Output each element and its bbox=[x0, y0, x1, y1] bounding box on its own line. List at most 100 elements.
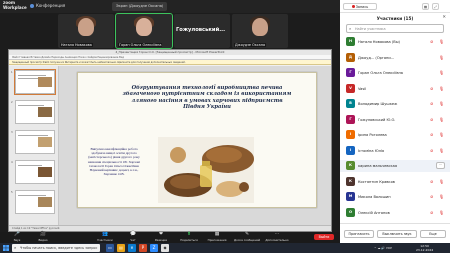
mic-muted-icon: 🎙 bbox=[439, 54, 445, 60]
text-line bbox=[18, 165, 42, 166]
participant-row[interactable]: О Олексій Антонов ⊘ 🎙 bbox=[340, 207, 450, 219]
participant-name: Горан Ольга Олексіївна bbox=[358, 71, 403, 75]
text-line bbox=[18, 105, 44, 106]
whiteboard-button[interactable]: ✎ Доска сообщений bbox=[234, 232, 260, 243]
reactions-button[interactable]: ❤ Реакции bbox=[148, 232, 174, 243]
screen: zoom Workplace Конференция Экран (Джоудз… bbox=[0, 0, 450, 253]
participant-more-button[interactable]: ⋯ bbox=[436, 162, 445, 169]
thumbnail-big-name: Гожуловський... bbox=[176, 27, 226, 33]
chat-button[interactable]: 💬 Чат bbox=[120, 232, 146, 243]
avatar: І bbox=[346, 145, 355, 155]
slide-author-block: Випускна кваліфікаційна робота здобувача… bbox=[87, 147, 141, 177]
thumbnail-label: Наталя Новакова bbox=[60, 43, 93, 47]
slide-number: 3 bbox=[11, 131, 13, 134]
mic-muted-icon: 🎙 bbox=[439, 147, 445, 153]
system-tray[interactable]: ^ ☁ 🔊 УКР bbox=[374, 243, 392, 253]
participant-row[interactable]: Г Гожуловський Ю.О. ⊘ 🎙 bbox=[340, 114, 450, 126]
invite-button[interactable]: Пригласить bbox=[344, 230, 374, 238]
participant-row[interactable]: В Володимир Шушкеж ⊘ 🎙 bbox=[340, 98, 450, 110]
record-dot-icon bbox=[351, 5, 355, 8]
store-icon[interactable]: ◆ bbox=[161, 244, 169, 252]
slide-thumbnail[interactable]: 3 bbox=[11, 130, 55, 154]
whiteboard-label: Доска сообщений bbox=[234, 238, 261, 242]
participant-row[interactable]: М Микола Волошин ⊘ 🎙 bbox=[340, 191, 450, 203]
slide-thumbnail-panel[interactable]: 1 2 3 4 5 bbox=[9, 66, 59, 226]
taskbar-search-input[interactable]: ⌕ Чтобы начать поиск, введите здесь запр… bbox=[12, 244, 100, 252]
screen-share-chip[interactable]: Экран (Джоудзе Оксана) bbox=[112, 2, 168, 11]
participants-label: Участники bbox=[97, 238, 113, 242]
panel-more-button[interactable]: Еще bbox=[420, 230, 446, 238]
zoom-app-icon[interactable]: Z bbox=[150, 244, 158, 252]
thumbnail-image bbox=[38, 77, 52, 87]
slide-thumbnail[interactable]: 2 bbox=[11, 100, 55, 124]
fullscreen-button[interactable]: ⤢ bbox=[432, 3, 439, 10]
mic-muted-icon: 🎙 bbox=[439, 178, 445, 184]
person-face bbox=[252, 18, 268, 36]
record-button[interactable]: Запись bbox=[343, 3, 377, 10]
task-view-icon[interactable]: ▭ bbox=[106, 244, 114, 252]
slide-thumbnail[interactable]: 1 bbox=[11, 69, 56, 95]
person-face bbox=[136, 18, 152, 36]
video-thumbnail-namecard[interactable]: Гожуловський... bbox=[174, 14, 230, 48]
shared-powerpoint-window: 4_Презентация Горан О.О. [Защищенный про… bbox=[8, 49, 332, 232]
participant-name: карина мальчевская bbox=[358, 164, 397, 168]
mic-muted-icon: 🎙 bbox=[439, 194, 445, 199]
participant-row[interactable]: І Істоміна Юлія ⊘ 🎙 bbox=[340, 145, 450, 157]
taskbar-search-placeholder: Чтобы начать поиск, введите здесь запрос bbox=[20, 246, 98, 250]
participant-row[interactable]: Д Джоуд... (Органи... 🎙 bbox=[340, 52, 450, 64]
text-line bbox=[18, 75, 46, 76]
search-icon: ⌕ bbox=[14, 245, 17, 250]
participants-button[interactable]: 👥 Участники bbox=[92, 232, 118, 243]
record-label: Запись bbox=[355, 5, 369, 9]
participant-search-input[interactable]: ⌕ Найти участника bbox=[346, 24, 444, 33]
taskbar-clock[interactable]: 12:50 23.12.2024 bbox=[416, 244, 433, 253]
thumbnail-label: Горан Ольга Олексіївна bbox=[118, 43, 163, 47]
slide-thumbnail[interactable]: 4 bbox=[11, 160, 55, 184]
person-face bbox=[78, 18, 94, 36]
slide-number: 5 bbox=[11, 191, 13, 194]
powerpoint-icon[interactable]: P bbox=[139, 244, 147, 252]
edge-browser-icon[interactable]: e bbox=[128, 244, 136, 252]
more-button[interactable]: ⋯ Дополнительно bbox=[264, 232, 290, 243]
participant-name: Гожуловський Ю.О. bbox=[358, 117, 396, 122]
participant-row[interactable]: Н Наталя Новакова (Вы) ⊘ 🎙 bbox=[340, 36, 450, 48]
shield-icon bbox=[30, 4, 34, 8]
participant-row[interactable]: Ккарина мальчевская ⋯ bbox=[340, 160, 450, 172]
conference-menu[interactable]: Конференция bbox=[30, 3, 65, 8]
share-button[interactable]: ⬆ Поделиться bbox=[176, 232, 202, 243]
video-thumbnail[interactable]: Наталя Новакова bbox=[58, 14, 114, 48]
slide-thumbnail[interactable]: 5 bbox=[11, 190, 55, 214]
slide-title: Обгрунтування технології виробництва печ… bbox=[122, 85, 292, 111]
video-off-icon: ⊘ bbox=[430, 132, 434, 137]
text-line bbox=[18, 195, 46, 196]
current-slide[interactable]: Обгрунтування технології виробництва печ… bbox=[77, 72, 317, 208]
clock-date: 23.12.2024 bbox=[416, 247, 434, 252]
video-off-icon: ⊘ bbox=[430, 39, 434, 44]
video-thumbnail-active-speaker[interactable]: Горан Ольга Олексіївна bbox=[115, 13, 173, 49]
protected-view-bar[interactable]: Защищенный просмотр Файл получен из Инте… bbox=[9, 60, 331, 65]
participant-row[interactable]: К Костянтин Кравков ⊘ 🎙 bbox=[340, 176, 450, 188]
mute-all-button[interactable]: Выключить звук bbox=[377, 230, 417, 238]
mic-muted-icon: 🎙 bbox=[439, 116, 445, 122]
participant-row[interactable]: V Vasil ⊘ 🎙 bbox=[340, 83, 450, 95]
file-explorer-icon[interactable]: ▤ bbox=[117, 244, 125, 252]
conference-label: Конференция bbox=[36, 3, 66, 8]
avatar: О bbox=[346, 207, 355, 217]
windows-start-icon[interactable] bbox=[3, 245, 9, 251]
avatar: V bbox=[346, 83, 355, 93]
participant-name: Vasil bbox=[358, 86, 367, 91]
ppt-status-bar: Слайд 1 из 19 "Тема Office" русский bbox=[9, 225, 331, 231]
participant-row[interactable]: І Ірина Роголева ⊘ 🎙 bbox=[340, 129, 450, 141]
avatar: Н bbox=[346, 37, 355, 46]
video-button[interactable]: 🎥 Видео bbox=[30, 232, 56, 243]
search-placeholder: Найти участника bbox=[355, 27, 386, 31]
close-panel-icon[interactable]: ✕ bbox=[442, 15, 446, 20]
avatar: Д bbox=[346, 52, 355, 62]
leave-button[interactable]: Выйти bbox=[314, 232, 334, 243]
view-toggle-button[interactable]: ▦ bbox=[422, 3, 429, 10]
video-thumbnail[interactable]: Джоудзе Оксана bbox=[232, 14, 288, 48]
apps-button[interactable]: ▦ Приложения bbox=[204, 232, 230, 243]
participant-row[interactable]: Г Горан Ольга Олексіївна 🎙 bbox=[340, 67, 450, 79]
meeting-controls: 🎤 Звук 🎥 Видео 👥 Участники 💬 Чат ❤ Реакц… bbox=[0, 232, 340, 243]
audio-button[interactable]: 🎤 Звук bbox=[4, 232, 30, 243]
